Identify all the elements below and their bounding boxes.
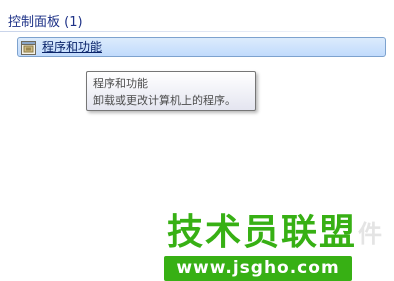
tooltip-description: 卸载或更改计算机上的程序。 [93, 94, 236, 107]
group-header-control-panel[interactable]: 控制面板 (1) [8, 11, 83, 30]
result-item-programs-and-features[interactable]: 程序和功能 [17, 37, 386, 57]
watermark-title: 技术员联盟 [167, 212, 358, 253]
tooltip: 程序和功能 卸载或更改计算机上的程序。 [86, 71, 256, 111]
group-divider [0, 31, 394, 32]
programs-and-features-icon [21, 40, 36, 55]
tooltip-title: 程序和功能 [93, 77, 148, 90]
watermark-extra: 件 [358, 220, 382, 248]
result-item-label: 程序和功能 [42, 40, 103, 54]
programs-and-features-icon-graphic [21, 41, 36, 55]
watermark-url: www.jsgho.com [164, 256, 352, 281]
watermark: 技术员联盟 件 www.jsgho.com [164, 212, 394, 281]
